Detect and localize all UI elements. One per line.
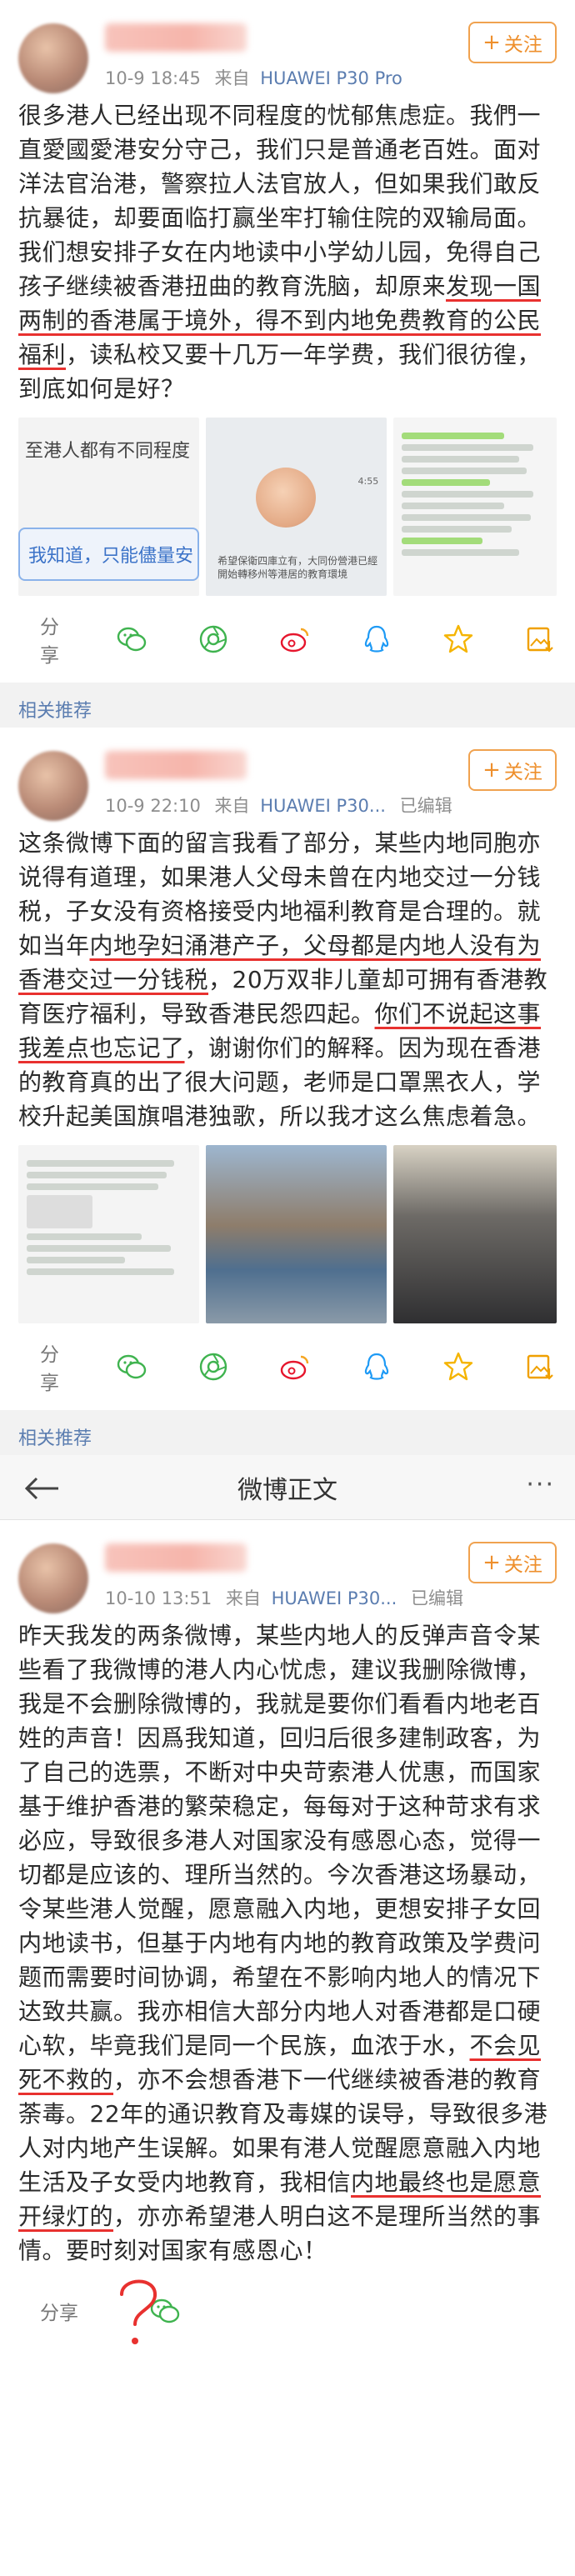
- edited-label: 已编辑: [410, 1588, 463, 1608]
- post-image[interactable]: [18, 1145, 200, 1323]
- share-label: 分享: [40, 617, 59, 667]
- avatar[interactable]: [18, 23, 88, 93]
- post-header: 10-9 18:45 来自 HUAWEI P30 Pro + 关注: [18, 0, 557, 98]
- username-blurred[interactable]: [105, 1543, 247, 1572]
- post-header: 10-9 22:10 来自 HUAWEI P30... 已编辑 + 关注: [18, 728, 557, 826]
- text-screenshot: [27, 1155, 191, 1280]
- image-grid: [18, 1145, 557, 1323]
- weibo-post: 10-9 22:10 来自 HUAWEI P30... 已编辑 + 关注 这条微…: [0, 728, 575, 1410]
- action-bar: 分享: [18, 1323, 557, 1410]
- username-blurred[interactable]: [105, 23, 247, 52]
- source-label: 来自: [214, 796, 250, 816]
- related-recommendations[interactable]: 相关推荐: [0, 1410, 575, 1455]
- back-arrow-icon[interactable]: [22, 1472, 62, 1505]
- action-bar: 分享: [18, 596, 557, 683]
- plus-icon: +: [482, 758, 501, 783]
- action-bar: 分享: [18, 2268, 557, 2354]
- follow-button[interactable]: + 关注: [468, 749, 557, 791]
- post-time: 10-10 13:51: [105, 1588, 212, 1608]
- save-image-icon[interactable]: [523, 621, 557, 658]
- qq-icon[interactable]: [360, 621, 393, 658]
- share-label: 分享: [40, 1344, 59, 1394]
- source-label: 来自: [225, 1588, 261, 1608]
- image-caption: 希望保衛四庫立有，大同份營港已經開始轉移州等港居的教育環境: [218, 555, 378, 580]
- star-icon[interactable]: [442, 621, 475, 658]
- moments-icon[interactable]: [197, 1348, 230, 1385]
- device-name[interactable]: HUAWEI P30...: [272, 1588, 398, 1608]
- post-meta: 10-9 18:45 来自 HUAWEI P30 Pro: [105, 65, 411, 90]
- weibo-post: 10-10 13:51 来自 HUAWEI P30... 已编辑 + 关注 昨天…: [0, 1520, 575, 2354]
- post-text: ，读私校又要十几万一年学费，我们很彷徨，到底如何是好？: [18, 341, 542, 403]
- post-body: 很多港人已经出现不同程度的忧郁焦虑症。我們一直愛國愛港安分守己，我们只是普通老百…: [18, 98, 557, 406]
- post-text: 很多港人已经出现不同程度的忧郁焦虑症。我們一直愛國愛港安分守己，我们只是普通老百…: [18, 102, 542, 300]
- image-grid: 至港人都有不同程度 我知道，只能儘量安 4:55 希望保衛四庫立有，大同份營港已…: [18, 418, 557, 596]
- weibo-post: 10-9 18:45 来自 HUAWEI P30 Pro + 关注 很多港人已经…: [0, 0, 575, 683]
- follow-label: 关注: [503, 1554, 542, 1576]
- wechat-icon[interactable]: [115, 1348, 148, 1385]
- edited-label: 已编辑: [399, 796, 452, 816]
- post-image[interactable]: 4:55 希望保衛四庫立有，大同份營港已經開始轉移州等港居的教育環境: [206, 418, 388, 596]
- chat-screenshot: [402, 428, 548, 561]
- more-options-icon[interactable]: ···: [526, 1470, 555, 1499]
- top-nav-bar: 微博正文 ···: [0, 1455, 575, 1520]
- image-time: 4:55: [358, 476, 379, 487]
- school-photo[interactable]: [206, 1145, 388, 1323]
- device-name[interactable]: HUAWEI P30 Pro: [260, 68, 402, 88]
- qq-icon[interactable]: [360, 1348, 393, 1385]
- post-header: 10-10 13:51 来自 HUAWEI P30... 已编辑 + 关注: [18, 1520, 557, 1618]
- follow-label: 关注: [503, 34, 542, 56]
- avatar[interactable]: [18, 1543, 88, 1613]
- page-title: 微博正文: [238, 1475, 338, 1505]
- save-image-icon[interactable]: [523, 1348, 557, 1385]
- plus-icon: +: [482, 1550, 501, 1575]
- avatar[interactable]: [18, 751, 88, 821]
- username-blurred[interactable]: [105, 751, 247, 779]
- classroom-photo[interactable]: [393, 1145, 557, 1323]
- post-time: 10-9 22:10: [105, 796, 201, 816]
- post-body: 这条微博下面的留言我看了部分，某些内地同胞亦说得有道理，如果港人父母未曾在内地交…: [18, 826, 557, 1133]
- source-label: 来自: [214, 68, 250, 88]
- device-name[interactable]: HUAWEI P30...: [260, 796, 386, 816]
- post-text: 昨天我发的两条微博，某些内地人的反弹声音令某些看了我微博的港人内心忧虑，建议我删…: [18, 1622, 542, 2059]
- weibo-icon[interactable]: [278, 621, 312, 658]
- post-meta: 10-10 13:51 来自 HUAWEI P30... 已编辑: [105, 1585, 472, 1610]
- share-label: 分享: [40, 2303, 78, 2324]
- post-body: 昨天我发的两条微博，某些内地人的反弹声音令某些看了我微博的港人内心忧虑，建议我删…: [18, 1618, 557, 2268]
- follow-label: 关注: [503, 762, 542, 783]
- plus-icon: +: [482, 30, 501, 55]
- memoji-avatar: [256, 468, 317, 528]
- post-time: 10-9 18:45: [105, 68, 201, 88]
- wechat-icon[interactable]: [147, 2293, 183, 2329]
- wechat-icon[interactable]: [115, 621, 148, 658]
- image-banner: 我知道，只能儘量安: [18, 528, 200, 581]
- related-recommendations[interactable]: 相关推荐: [0, 683, 575, 728]
- moments-icon[interactable]: [197, 621, 230, 658]
- post-image[interactable]: 至港人都有不同程度 我知道，只能儘量安: [18, 418, 200, 596]
- post-meta: 10-9 22:10 来自 HUAWEI P30... 已编辑: [105, 793, 461, 818]
- post-image[interactable]: [393, 418, 557, 596]
- follow-button[interactable]: + 关注: [468, 1542, 557, 1583]
- follow-button[interactable]: + 关注: [468, 22, 557, 63]
- star-icon[interactable]: [442, 1348, 475, 1385]
- weibo-icon[interactable]: [278, 1348, 312, 1385]
- image-text: 至港人都有不同程度: [25, 441, 191, 462]
